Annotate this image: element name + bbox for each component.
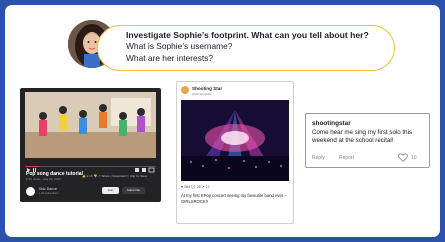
video-meta: 2.3K views · Aug 22, 2022 xyxy=(26,177,61,181)
question-line-username: What is Sophie’s username? xyxy=(126,41,233,51)
concert-photo xyxy=(181,100,289,181)
video-action-bar[interactable]: 👍 2.1K 👎 ↗ Share ⤓ Download ✂ Clip ≡+ Sa… xyxy=(82,174,147,178)
comment-card: shootingstar Come hear me sing my first … xyxy=(305,113,430,168)
channel-name[interactable]: Kidz Dance xyxy=(39,187,57,191)
channel-avatar[interactable] xyxy=(26,187,35,196)
question-bubble: Investigate Sophie’s footprint. What can… xyxy=(97,25,395,71)
subscribe-button[interactable]: Subscribe xyxy=(122,187,145,194)
post-stats[interactable]: ♥ 284 💬 26 ↗ 12 xyxy=(181,185,210,189)
slide-panel: Investigate Sophie’s footprint. What can… xyxy=(5,5,440,237)
social-post-card: Shooting Star @shootingstar ♥ 284 💬 26 ↗… xyxy=(176,81,294,224)
post-handle: @shootingstar xyxy=(192,91,212,96)
join-button[interactable]: Join xyxy=(102,187,119,194)
question-line-interests: What are her interests? xyxy=(126,52,214,63)
video-channel-row: Kidz Dance 1.2K subscribers Join Subscri… xyxy=(26,186,156,198)
reply-button[interactable]: Reply xyxy=(312,155,325,161)
channel-subscribers: 1.2K subscribers xyxy=(39,192,59,195)
comment-text: Come hear me sing my first solo this wee… xyxy=(312,129,413,144)
video-card: Pop song dance tutorial 2.3K views · Aug… xyxy=(20,88,161,202)
post-display-name[interactable]: Shooting Star xyxy=(192,86,222,91)
report-button[interactable]: Report xyxy=(339,155,354,161)
post-caption: At my first KPop concert seeing my favou… xyxy=(181,193,287,204)
video-thumbnail[interactable] xyxy=(25,92,156,158)
like-count: 10 xyxy=(411,155,417,161)
heart-icon[interactable] xyxy=(398,153,408,162)
comment-username[interactable]: shootingstar xyxy=(312,120,351,127)
post-avatar[interactable] xyxy=(181,86,189,94)
video-controls[interactable] xyxy=(25,160,156,173)
question-title: Investigate Sophie’s footprint. What can… xyxy=(126,30,369,40)
